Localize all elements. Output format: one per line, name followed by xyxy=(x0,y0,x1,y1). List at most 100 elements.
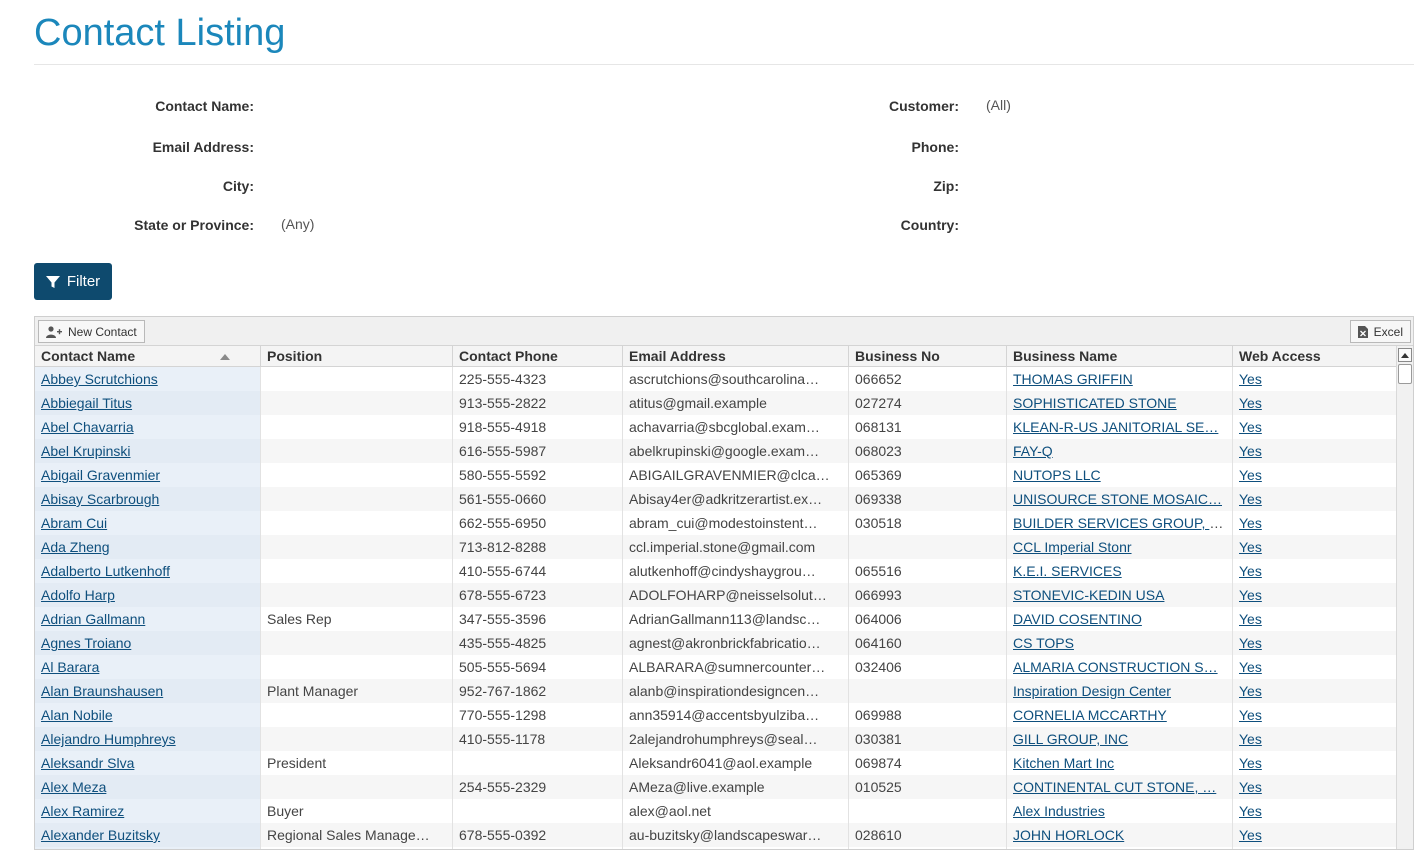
scroll-thumb[interactable] xyxy=(1398,364,1412,384)
web-access-link[interactable]: Yes xyxy=(1239,563,1262,579)
column-header-contact-name[interactable]: Contact Name xyxy=(35,346,261,366)
excel-export-button[interactable]: Excel xyxy=(1349,320,1411,343)
web-access-link[interactable]: Yes xyxy=(1239,707,1262,723)
position-cell xyxy=(261,559,453,583)
web-access-link[interactable]: Yes xyxy=(1239,755,1262,771)
filter-button[interactable]: Filter xyxy=(34,263,112,300)
business-name-link[interactable]: NUTOPS LLC xyxy=(1013,467,1101,483)
scroll-up-button[interactable] xyxy=(1398,348,1412,362)
table-row[interactable]: Abisay Scarbrough 561-555-0660 Abisay4er@a… xyxy=(35,487,1397,511)
contact-name-link[interactable]: Aleksandr Slva xyxy=(41,755,134,771)
table-row[interactable]: Adalberto Lutkenhoff 410-555-6744 alutkenh… xyxy=(35,559,1397,583)
table-row[interactable]: Ada Zheng 713-812-8288 ccl.imperial.stone@… xyxy=(35,535,1397,559)
web-access-link[interactable]: Yes xyxy=(1239,467,1262,483)
business-name-link[interactable]: JOHN HORLOCK xyxy=(1013,827,1124,843)
business-name-link[interactable]: BUILDER SERVICES GROUP, I… xyxy=(1013,515,1227,531)
new-contact-button[interactable]: New Contact xyxy=(38,320,145,343)
contact-name-link[interactable]: Agnes Troiano xyxy=(41,635,131,651)
contact-name-link[interactable]: Alexander Buzitsky xyxy=(41,827,160,843)
web-access-link[interactable]: Yes xyxy=(1239,395,1262,411)
business-name-link[interactable]: SOPHISTICATED STONE xyxy=(1013,395,1177,411)
business-name-link[interactable]: UNISOURCE STONE MOSAIC… xyxy=(1013,491,1222,507)
table-row[interactable]: Agnes Troiano 435-555-4825 agnest@akronbri… xyxy=(35,631,1397,655)
business-name-link[interactable]: CONTINENTAL CUT STONE, … xyxy=(1013,779,1216,795)
table-row[interactable]: Abel Krupinski 616-555-5987 abelkrupinski@… xyxy=(35,439,1397,463)
web-access-link[interactable]: Yes xyxy=(1239,803,1262,819)
business-name-link[interactable]: KLEAN-R-US JANITORIAL SE… xyxy=(1013,419,1218,435)
contact-name-link[interactable]: Alan Braunshausen xyxy=(41,683,163,699)
business-name-link[interactable]: STONEVIC-KEDIN USA xyxy=(1013,587,1164,603)
business-name-link[interactable]: CS TOPS xyxy=(1013,635,1074,651)
contact-name-link[interactable]: Abbiegail Titus xyxy=(41,395,132,411)
vertical-scrollbar[interactable] xyxy=(1396,346,1413,849)
contact-name-cell: Al Barara xyxy=(35,655,261,679)
contact-name-link[interactable]: Ada Zheng xyxy=(41,539,110,555)
state-select[interactable]: (Any) xyxy=(281,216,314,232)
table-row[interactable]: Alan Nobile 770-555-1298 ann35914@accentsb… xyxy=(35,703,1397,727)
web-access-link[interactable]: Yes xyxy=(1239,515,1262,531)
web-access-link[interactable]: Yes xyxy=(1239,683,1262,699)
contact-name-link[interactable]: Adolfo Harp xyxy=(41,587,115,603)
table-row[interactable]: Abigail Gravenmier 580-555-5592 ABIGAILGRA… xyxy=(35,463,1397,487)
table-row[interactable]: Alex Meza 254-555-2329 AMeza@live.example 0… xyxy=(35,775,1397,799)
business-name-link[interactable]: GILL GROUP, INC xyxy=(1013,731,1128,747)
contact-name-link[interactable]: Alex Ramirez xyxy=(41,803,124,819)
web-access-link[interactable]: Yes xyxy=(1239,371,1262,387)
business-name-link[interactable]: K.E.I. SERVICES xyxy=(1013,563,1122,579)
table-row[interactable]: Aleksandr Slva President Aleksandr6041@aol… xyxy=(35,751,1397,775)
web-access-link[interactable]: Yes xyxy=(1239,635,1262,651)
column-header-web-access[interactable]: Web Access xyxy=(1233,346,1381,366)
contact-name-cell: Alan Braunshausen xyxy=(35,679,261,703)
business-name-cell: CCL Imperial Stonr xyxy=(1007,535,1233,559)
web-access-link[interactable]: Yes xyxy=(1239,491,1262,507)
contact-name-link[interactable]: Abbey Scrutchions xyxy=(41,371,158,387)
table-row[interactable]: Alex Ramirez Buyer alex@aol.net Alex Indust… xyxy=(35,799,1397,823)
table-row[interactable]: Alexander Buzitsky Regional Sales Manage…… xyxy=(35,823,1397,847)
table-row[interactable]: Adrian Gallmann Sales Rep 347-555-3596 Adri… xyxy=(35,607,1397,631)
web-access-link[interactable]: Yes xyxy=(1239,611,1262,627)
web-access-link[interactable]: Yes xyxy=(1239,779,1262,795)
contact-name-link[interactable]: Abram Cui xyxy=(41,515,107,531)
table-row[interactable]: Adolfo Harp 678-555-6723 ADOLFOHARP@neisse… xyxy=(35,583,1397,607)
table-row[interactable]: Alejandro Humphreys 410-555-1178 2alejandr… xyxy=(35,727,1397,751)
business-name-link[interactable]: Inspiration Design Center xyxy=(1013,683,1171,699)
web-access-link[interactable]: Yes xyxy=(1239,731,1262,747)
contact-name-link[interactable]: Alejandro Humphreys xyxy=(41,731,176,747)
contact-name-link[interactable]: Alan Nobile xyxy=(41,707,113,723)
business-name-link[interactable]: Kitchen Mart Inc xyxy=(1013,755,1114,771)
column-header-email-address[interactable]: Email Address xyxy=(623,346,849,366)
column-header-contact-phone[interactable]: Contact Phone xyxy=(453,346,623,366)
web-access-link[interactable]: Yes xyxy=(1239,827,1262,843)
business-name-link[interactable]: Alex Industries xyxy=(1013,803,1105,819)
table-row[interactable]: Abel Chavarria 918-555-4918 achavarria@sbc… xyxy=(35,415,1397,439)
table-row[interactable]: Al Barara 505-555-5694 ALBARARA@sumnercoun… xyxy=(35,655,1397,679)
web-access-link[interactable]: Yes xyxy=(1239,587,1262,603)
column-header-business-name[interactable]: Business Name xyxy=(1007,346,1233,366)
table-row[interactable]: Alan Braunshausen Plant Manager 952-767-18… xyxy=(35,679,1397,703)
column-header-position[interactable]: Position xyxy=(261,346,453,366)
contact-name-link[interactable]: Al Barara xyxy=(41,659,99,675)
table-row[interactable]: Abram Cui 662-555-6950 abram_cui@modestoin… xyxy=(35,511,1397,535)
business-name-link[interactable]: DAVID COSENTINO xyxy=(1013,611,1142,627)
contact-name-link[interactable]: Abel Chavarria xyxy=(41,419,134,435)
column-header-business-no[interactable]: Business No xyxy=(849,346,1007,366)
business-name-link[interactable]: THOMAS GRIFFIN xyxy=(1013,371,1133,387)
table-row[interactable]: Abbey Scrutchions 225-555-4323 ascrutchion… xyxy=(35,367,1397,391)
business-name-link[interactable]: FAY-Q xyxy=(1013,443,1053,459)
web-access-cell: Yes xyxy=(1233,367,1381,391)
business-name-link[interactable]: CCL Imperial Stonr xyxy=(1013,539,1132,555)
web-access-link[interactable]: Yes xyxy=(1239,443,1262,459)
table-row[interactable]: Abbiegail Titus 913-555-2822 atitus@gmail.… xyxy=(35,391,1397,415)
customer-select[interactable]: (All) xyxy=(986,97,1011,113)
web-access-link[interactable]: Yes xyxy=(1239,659,1262,675)
contact-name-link[interactable]: Alex Meza xyxy=(41,779,106,795)
business-name-link[interactable]: ALMARIA CONSTRUCTION S… xyxy=(1013,659,1218,675)
contact-name-link[interactable]: Adrian Gallmann xyxy=(41,611,145,627)
contact-name-link[interactable]: Abigail Gravenmier xyxy=(41,467,160,483)
web-access-link[interactable]: Yes xyxy=(1239,419,1262,435)
business-name-link[interactable]: CORNELIA MCCARTHY xyxy=(1013,707,1167,723)
contact-name-link[interactable]: Abisay Scarbrough xyxy=(41,491,159,507)
contact-name-link[interactable]: Adalberto Lutkenhoff xyxy=(41,563,170,579)
contact-name-link[interactable]: Abel Krupinski xyxy=(41,443,131,459)
web-access-link[interactable]: Yes xyxy=(1239,539,1262,555)
